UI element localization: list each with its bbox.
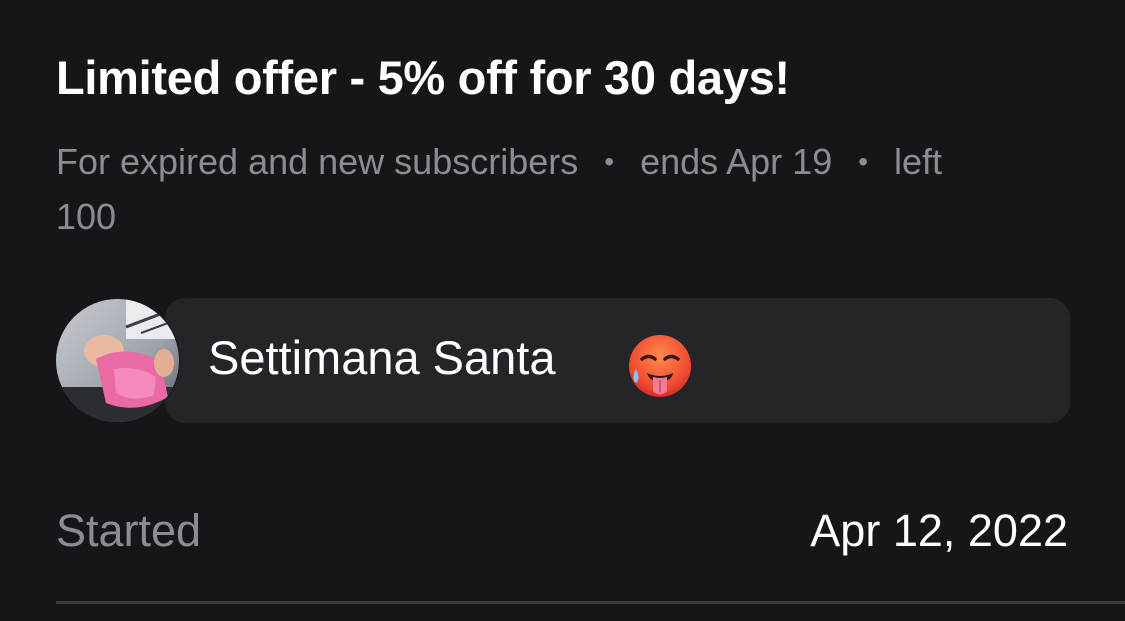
offer-card: Limited offer - 5% off for 30 days! For … xyxy=(0,0,1125,621)
separator-dot: • xyxy=(858,146,869,177)
message-text: Settimana Santa xyxy=(208,331,556,384)
offer-title: Limited offer - 5% off for 30 days! xyxy=(56,51,790,104)
offer-message[interactable]: Settimana Santa xyxy=(55,298,1070,423)
offer-left-count: 100 xyxy=(56,196,117,237)
started-label: Started xyxy=(56,505,202,556)
hot-face-icon xyxy=(627,333,693,399)
offer-meta: For expired and new subscribers • ends Apr… xyxy=(56,134,1066,244)
separator-dot: • xyxy=(604,146,615,177)
started-date: Apr 12, 2022 xyxy=(810,505,1068,556)
offer-audience: For expired and new subscribers xyxy=(56,141,579,182)
offer-left-label: left xyxy=(894,141,943,182)
avatar-image xyxy=(56,299,179,422)
offer-end-date: ends Apr 19 xyxy=(640,141,833,182)
avatar[interactable] xyxy=(55,298,180,423)
divider xyxy=(56,601,1125,604)
